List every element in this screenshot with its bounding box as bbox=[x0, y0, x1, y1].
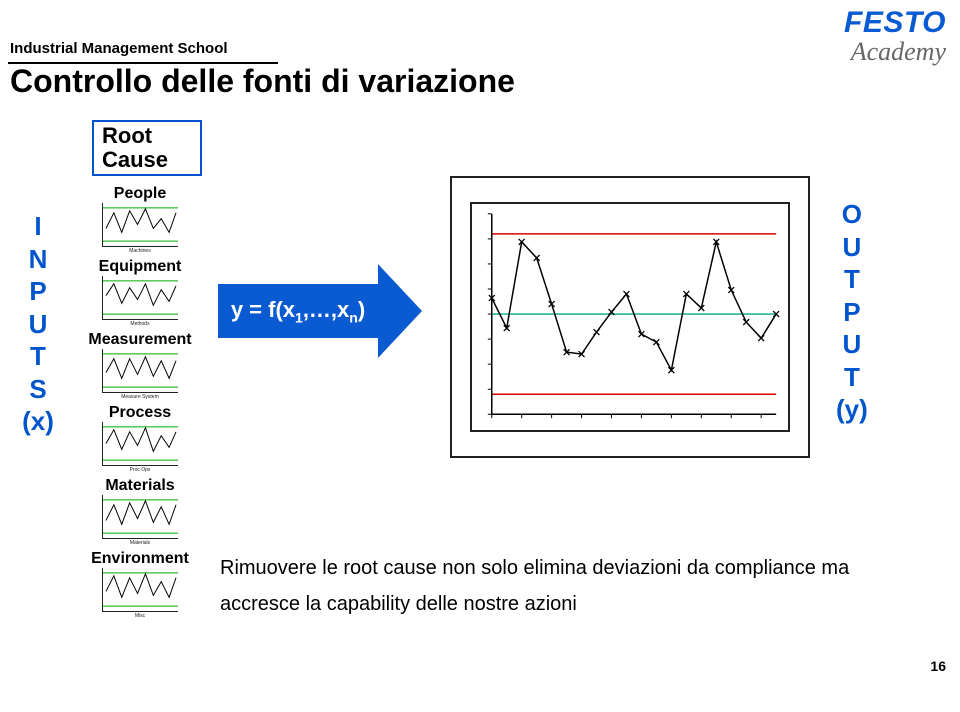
inputs-letter: P bbox=[18, 275, 58, 308]
output-letter: T bbox=[836, 361, 868, 394]
paragraph-line1: Rimuovere le root cause non solo elimina… bbox=[220, 550, 920, 586]
inputs-letter: (x) bbox=[18, 405, 58, 438]
category-block: Measurement Measure System bbox=[70, 331, 210, 400]
output-letter: (y) bbox=[836, 393, 868, 426]
header-underline bbox=[8, 62, 278, 64]
category-block: People Machines bbox=[70, 185, 210, 254]
category-block: Equipment Methods bbox=[70, 258, 210, 327]
inputs-letter: T bbox=[18, 340, 58, 373]
mini-caption: Misc bbox=[70, 613, 210, 619]
mini-caption: Materials bbox=[70, 540, 210, 546]
mini-caption: Measure System bbox=[70, 394, 210, 400]
bottom-paragraph: Rimuovere le root cause non solo elimina… bbox=[220, 550, 920, 622]
output-letter: P bbox=[836, 296, 868, 329]
formula-text: y = f(x1,…,xn) bbox=[231, 297, 365, 325]
root-cause-line1: Root bbox=[102, 124, 168, 148]
formula-arrow: y = f(x1,…,xn) bbox=[218, 284, 418, 338]
output-column: O U T P U T (y) bbox=[836, 198, 868, 426]
output-letter: U bbox=[836, 231, 868, 264]
school-name: Industrial Management School bbox=[0, 0, 960, 57]
inputs-letter: N bbox=[18, 243, 58, 276]
output-letter: T bbox=[836, 263, 868, 296]
categories-column: People Machines Equipment Methods Measur… bbox=[70, 185, 210, 623]
output-chart bbox=[470, 202, 790, 432]
formula-mid: ,…,x bbox=[303, 297, 349, 322]
mini-chart bbox=[102, 276, 178, 320]
category-label: People bbox=[70, 185, 210, 203]
mini-chart bbox=[102, 349, 178, 393]
category-label: Materials bbox=[70, 477, 210, 495]
mini-chart bbox=[102, 203, 178, 247]
mini-caption: Machines bbox=[70, 248, 210, 254]
category-label: Environment bbox=[70, 550, 210, 568]
arrow-head-icon bbox=[378, 264, 422, 358]
brand-logo: FESTO Academy bbox=[844, 8, 946, 67]
mini-chart bbox=[102, 495, 178, 539]
output-letter: O bbox=[836, 198, 868, 231]
output-letter: U bbox=[836, 328, 868, 361]
mini-caption: Methods bbox=[70, 321, 210, 327]
output-chart-frame bbox=[450, 176, 810, 458]
category-block: Materials Materials bbox=[70, 477, 210, 546]
formula-suffix: ) bbox=[358, 297, 365, 322]
mini-chart bbox=[102, 568, 178, 612]
inputs-letter: U bbox=[18, 308, 58, 341]
category-label: Equipment bbox=[70, 258, 210, 276]
page-number: 16 bbox=[930, 658, 946, 674]
inputs-letter: S bbox=[18, 373, 58, 406]
formula-sub1: 1 bbox=[295, 309, 303, 325]
category-block: Process Proc Ops bbox=[70, 404, 210, 473]
category-label: Process bbox=[70, 404, 210, 422]
paragraph-line2: accresce la capability delle nostre azio… bbox=[220, 586, 920, 622]
category-block: Environment Misc bbox=[70, 550, 210, 619]
inputs-column: I N P U T S (x) bbox=[18, 210, 58, 438]
root-cause-box: Root Cause bbox=[92, 120, 202, 176]
mini-caption: Proc Ops bbox=[70, 467, 210, 473]
logo-bottom: Academy bbox=[844, 38, 946, 67]
logo-top: FESTO bbox=[844, 8, 946, 38]
formula-body: y = f(x1,…,xn) bbox=[218, 284, 378, 338]
inputs-letter: I bbox=[18, 210, 58, 243]
category-label: Measurement bbox=[70, 331, 210, 349]
root-cause-line2: Cause bbox=[102, 148, 168, 172]
formula-prefix: y = f(x bbox=[231, 297, 295, 322]
mini-chart bbox=[102, 422, 178, 466]
formula-sub2: n bbox=[349, 309, 358, 325]
